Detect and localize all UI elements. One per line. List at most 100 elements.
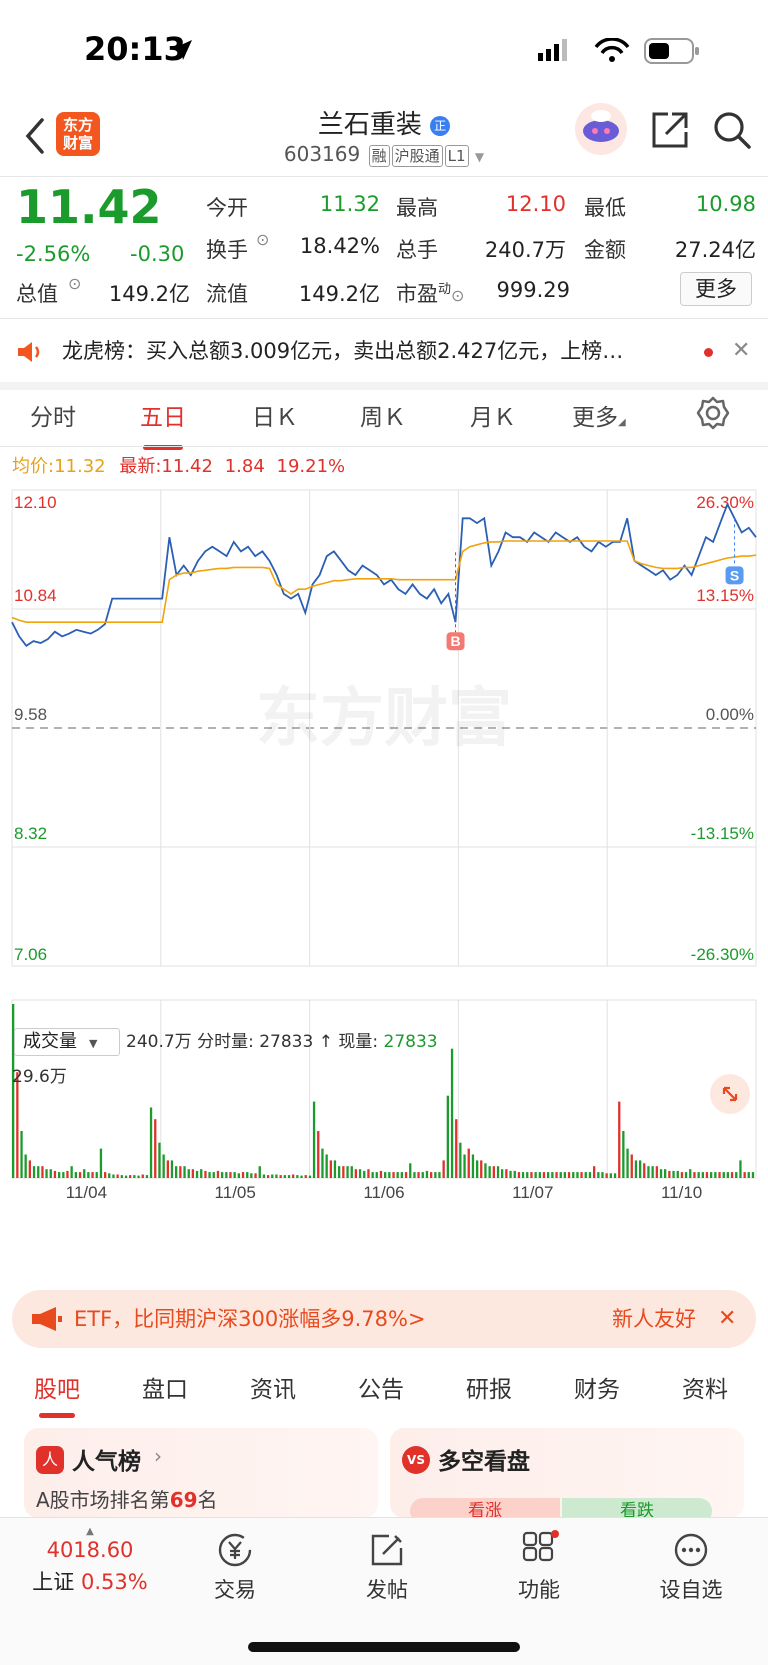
volume-bar [413,1172,416,1178]
volume-bar [158,1142,161,1178]
nav-functions-label: 功能 [518,1578,560,1602]
info-icon[interactable]: ⊙ [451,286,464,305]
tick-volume-value: 27833 [259,1032,314,1052]
x-tick-label: 11/04 [66,1183,107,1202]
volume-bar [325,1154,328,1178]
tab-five-day[interactable]: 五日 [140,398,186,450]
tab-daily-k[interactable]: 日Ｋ [252,398,298,432]
x-tick-label: 11/07 [512,1183,553,1202]
info-icon[interactable]: ⊙ [256,230,269,249]
indicator-select[interactable]: 成交量 ▼ [14,1028,120,1056]
promo-bar[interactable]: ETF，比同期沪深300涨幅多9.78%> 新人友好 ✕ [12,1290,756,1348]
volume-bar [292,1174,295,1178]
volume-bar [91,1172,94,1178]
volume-bar [425,1170,429,1178]
volume-bar [701,1172,704,1178]
period-tabs: 分时 五日 日Ｋ 周Ｋ 月Ｋ 更多◢ [0,392,768,450]
volume-bar [170,1160,174,1178]
dropdown-caret-icon[interactable]: ▼ [475,150,484,164]
volume-bar [676,1170,679,1178]
volume-bar [371,1172,374,1178]
long-short-card[interactable]: VS 多空看盘 看涨 看跌 [390,1428,744,1524]
volume-bar [200,1169,203,1178]
robot-assistant-icon[interactable] [574,102,628,156]
gear-icon[interactable] [696,396,730,430]
tab-intraday[interactable]: 分时 [30,398,76,432]
volume-bar [735,1172,738,1178]
volume-bar [496,1166,500,1178]
volume-bar [530,1172,533,1178]
volume-bar [684,1172,688,1178]
signal-icon [538,39,567,61]
status-bar: 20:13 [0,0,768,100]
tab-announcements[interactable]: 公告 [358,1370,404,1404]
volume-bar [312,1101,316,1178]
volume-bar [154,1119,157,1178]
search-icon[interactable] [712,110,752,150]
volume-bar [609,1173,612,1178]
tab-guba[interactable]: 股吧 [34,1370,80,1418]
tab-monthly-k[interactable]: 月Ｋ [470,398,516,432]
lhb-text: 龙虎榜：买入总额3.009亿元，卖出总额2.427亿元，上榜… [62,339,624,363]
tab-news[interactable]: 资讯 [250,1370,296,1404]
avg-price-line [11,540,757,623]
info-icon[interactable]: ⊙ [68,274,81,293]
pe-label-text: 市盈 [396,282,438,306]
volume-bar [484,1163,487,1178]
expand-button[interactable] [710,1074,750,1114]
nav-functions[interactable]: 功能 [484,1530,594,1604]
volume-bar [655,1166,658,1178]
volume-bar [342,1166,345,1178]
volume-bar [534,1172,537,1178]
close-icon[interactable]: ✕ [718,1290,736,1348]
volume-bar [20,1131,23,1178]
tab-more[interactable]: 更多◢ [572,398,626,432]
volume-bar [37,1166,40,1178]
volume-bar [28,1160,31,1178]
chart-svg: 12.10 26.30%10.84 13.15%9.58 0.00%8.32 -13.1… [11,489,757,1202]
volume-bar [584,1172,587,1178]
y-tick-right: -13.15% [691,824,754,843]
tab-weekly-k[interactable]: 周Ｋ [360,398,406,432]
five-day-chart[interactable]: 均价:11.32 最新:11.42 1.84 19.21% 12.10 26.30… [0,450,768,1280]
tab-financials[interactable]: 财务 [574,1370,620,1404]
volume-bar [751,1172,755,1178]
tab-pankou[interactable]: 盘口 [142,1370,188,1404]
volume-bar [739,1160,742,1178]
volume-bar [70,1166,73,1178]
location-arrow-icon [172,40,192,60]
market-cap-label: 总值 [16,282,58,306]
float-cap-value: 149.2亿 [298,282,380,306]
lhb-banner[interactable]: 龙虎榜：买入总额3.009亿元，卖出总额2.427亿元，上榜… ✕ [0,320,768,382]
volume-bar [45,1169,48,1178]
volume-bar [538,1172,541,1178]
volume-bar [166,1160,169,1178]
index-ticker[interactable]: ▲ 4018.60 上证 0.53% [20,1526,160,1596]
close-icon[interactable]: ✕ [732,320,750,382]
caret-up-icon: ▲ [86,1526,94,1537]
volume-bar [722,1172,725,1178]
nav-trade[interactable]: 交易 [180,1530,290,1604]
volume-bar [62,1172,65,1178]
share-icon[interactable] [650,110,690,150]
low-value: 10.98 [695,192,756,216]
more-button[interactable]: 更多 [680,272,752,306]
popularity-card[interactable]: 人 人气榜 › A股市场排名第69名 [24,1428,378,1518]
volume-bar [492,1166,495,1178]
volume-bar [576,1172,579,1178]
volume-bar [246,1172,249,1178]
nav-watchlist[interactable]: 设自选 [636,1530,746,1604]
volume-bar [108,1173,111,1178]
market-cap-value: 149.2亿 [108,282,190,306]
volume-label: 总手 [396,238,438,262]
volume-bar [542,1172,546,1178]
nav-post[interactable]: 发帖 [332,1530,442,1604]
volume-bar [459,1142,462,1178]
promo-text: ETF，比同期沪深300涨幅多9.78%> [74,1307,426,1331]
tab-research[interactable]: 研报 [466,1370,512,1404]
volume-bar [693,1172,696,1178]
volume-frame [11,999,757,1179]
volume-bar [476,1160,479,1178]
tab-profile[interactable]: 资料 [682,1370,728,1404]
volume-bar [450,1048,454,1178]
